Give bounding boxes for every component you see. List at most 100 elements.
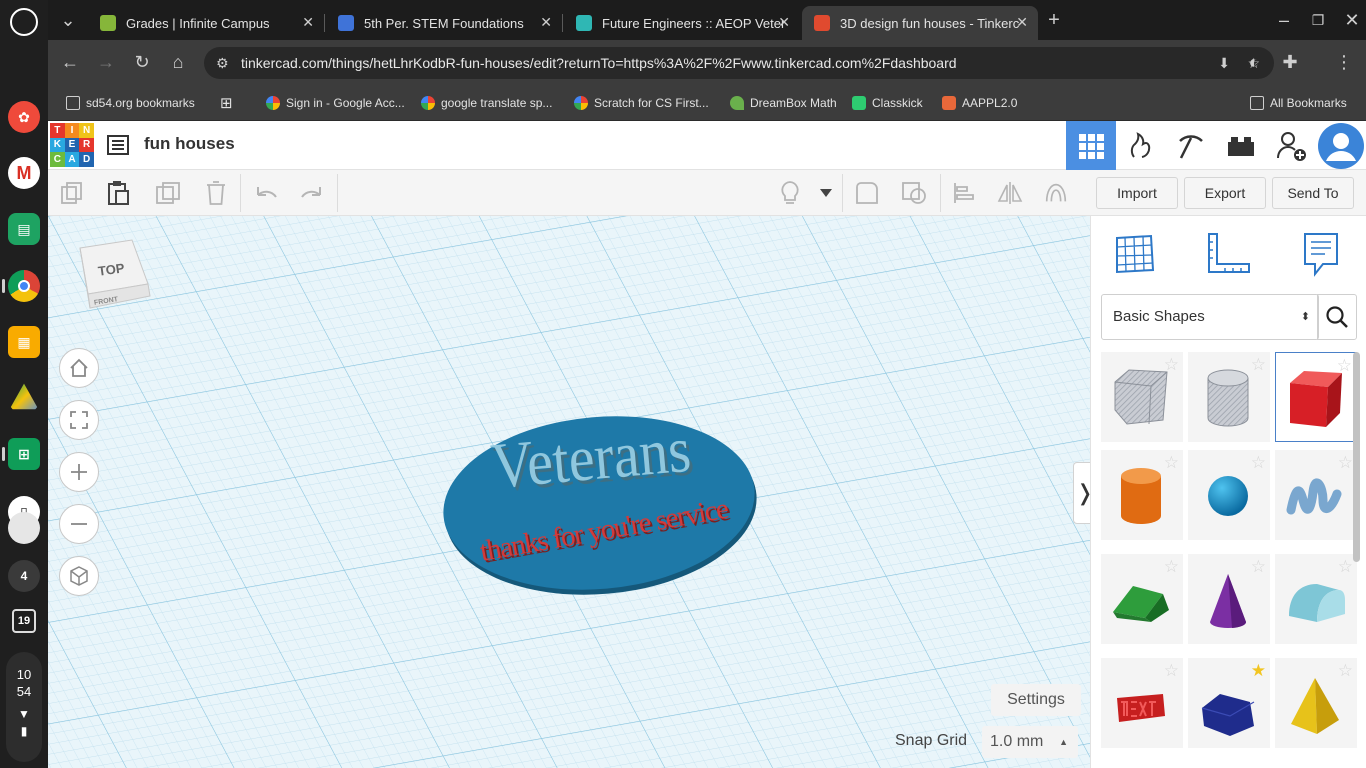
bookmark-google-signin[interactable]: Sign in - Google Acc... [266,93,405,113]
redo-icon[interactable] [299,180,325,206]
solid-shape-icon[interactable] [853,180,879,206]
bookmark-dreambox[interactable]: DreamBox Math [730,93,837,113]
shape-cylinder[interactable]: ☆ [1101,450,1183,540]
favorite-star-icon[interactable]: ☆ [1338,557,1353,577]
bookmark-google-translate[interactable]: google translate sp... [421,93,552,113]
drive-app-icon[interactable] [9,383,39,410]
chevron-down-icon[interactable] [813,180,839,206]
design-title[interactable]: fun houses [144,134,235,154]
favorite-star-icon[interactable]: ☆ [1337,356,1352,376]
shape-box-hole[interactable]: ☆ [1101,352,1183,442]
gmail-app-icon[interactable]: M [8,157,40,189]
invite-user-button[interactable] [1266,121,1316,170]
favorite-star-icon[interactable]: ☆ [1338,453,1353,473]
favorite-star-icon[interactable]: ☆ [1164,661,1179,681]
close-icon[interactable]: ✕ [1016,14,1028,31]
user-avatar[interactable] [1316,121,1366,170]
tab-tinkercad[interactable]: 3D design fun houses - Tinkerc ✕ [802,6,1038,40]
extension-profile-icon[interactable]: ◐ [1242,50,1266,74]
export-button[interactable]: Export [1184,177,1266,209]
send-to-button[interactable]: Send To [1272,177,1354,209]
system-tray-clock[interactable]: 10 54 ▼ ▮ [6,652,42,762]
shape-text[interactable]: ☆ [1101,658,1183,748]
site-info-icon[interactable]: ⚙ [216,47,229,79]
shape-box[interactable]: ☆ [1275,352,1357,442]
google-classroom-icon[interactable]: ▦ [8,326,40,358]
bookmark-scratch[interactable]: Scratch for CS First... [574,93,709,113]
minimize-icon[interactable]: – [1272,8,1296,32]
favorite-star-icon[interactable]: ☆ [1164,355,1179,375]
tab-stem-foundations[interactable]: 5th Per. STEM Foundations ✕ [326,6,562,40]
minecraft-view-button[interactable] [1166,121,1216,170]
back-icon[interactable]: ← [58,50,82,74]
avatar[interactable] [8,512,40,544]
tinkercad-logo[interactable]: TINKERCAD [50,123,94,167]
zoom-out-button[interactable] [59,504,99,544]
shape-cylinder-hole[interactable]: ☆ [1188,352,1270,442]
mirror-icon[interactable] [997,180,1023,206]
undo-icon[interactable] [253,180,279,206]
group-icon[interactable] [1043,180,1069,206]
bookmark-aappl[interactable]: AAPPL2.0 [942,93,1017,113]
forward-icon[interactable]: → [94,50,118,74]
close-window-icon[interactable]: ✕ [1340,8,1364,32]
shape-roof[interactable]: ☆ [1101,554,1183,644]
bookmark-sd54[interactable]: sd54.org bookmarks [66,93,195,113]
tab-future-engineers[interactable]: Future Engineers :: AEOP Veter ✕ [564,6,800,40]
favorite-star-icon[interactable]: ☆ [1251,453,1266,473]
workplane-tool-icon[interactable] [1113,232,1157,276]
paste-icon[interactable] [105,180,131,206]
close-icon[interactable]: ✕ [778,14,790,31]
notification-count-badge[interactable]: 4 [8,560,40,592]
shape-round-roof[interactable]: ☆ [1275,554,1357,644]
classroom-app-icon[interactable]: ▤ [8,213,40,245]
shape-scribble[interactable]: ☆ [1275,450,1357,540]
duplicate-icon[interactable] [155,180,181,206]
shape-sphere[interactable]: ☆ [1188,450,1270,540]
shape-polygon[interactable]: ★ [1188,658,1270,748]
design-list-icon[interactable] [107,134,129,156]
settings-button[interactable]: Settings [991,684,1081,716]
shape-search-button[interactable] [1317,294,1357,340]
install-app-icon[interactable]: ⬇ [1218,47,1230,79]
maximize-icon[interactable]: ❐ [1306,8,1330,32]
copy-icon[interactable] [59,180,85,206]
address-bar[interactable]: ⚙ tinkercad.com/things/hetLhrKodbR-fun-h… [204,47,1274,79]
favorite-star-icon[interactable]: ☆ [1251,557,1266,577]
panel-scrollbar[interactable] [1353,352,1360,562]
workplane-viewport[interactable]: Veterans Veterans thanks for you're serv… [48,216,1090,768]
hole-shape-icon[interactable] [901,180,927,206]
paint-app-icon[interactable]: ✿ [8,101,40,133]
zoom-in-button[interactable] [59,452,99,492]
shape-category-select[interactable]: Basic Shapes ⬍ [1101,294,1319,340]
align-icon[interactable] [951,180,977,206]
snap-grid-select[interactable]: 1.0 mm ▲ [982,726,1078,758]
view-cube[interactable]: TOP FRONT [76,238,152,321]
notes-tool-icon[interactable] [1301,232,1345,277]
workplane-grid[interactable]: Veterans Veterans thanks for you're serv… [48,216,1090,768]
shape-cone[interactable]: ☆ [1188,554,1270,644]
ruler-tool-icon[interactable] [1203,232,1250,276]
reload-icon[interactable]: ↻ [130,50,154,74]
favorite-star-icon[interactable]: ☆ [1164,557,1179,577]
import-button[interactable]: Import [1096,177,1178,209]
close-icon[interactable]: ✕ [540,14,552,31]
favorite-star-icon[interactable]: ☆ [1338,661,1353,681]
shape-pyramid[interactable]: ☆ [1275,658,1357,748]
lightbulb-icon[interactable] [777,180,803,206]
launcher-icon[interactable] [10,8,38,36]
tab-grades[interactable]: Grades | Infinite Campus ✕ [88,6,324,40]
calendar-icon[interactable]: 19 [12,609,36,633]
all-bookmarks[interactable]: All Bookmarks [1250,93,1347,113]
3d-design-view-button[interactable] [1066,121,1116,170]
chrome-menu-icon[interactable]: ⋮ [1332,50,1356,74]
bookmark-classkick[interactable]: Classkick [852,93,923,113]
favorite-star-icon[interactable]: ★ [1251,661,1266,681]
favorite-star-icon[interactable]: ☆ [1251,355,1266,375]
perspective-button[interactable] [59,556,99,596]
sheets-app-icon[interactable]: ⊞ [8,438,40,470]
blocks-view-button[interactable] [1116,121,1166,170]
extensions-icon[interactable]: ✚ [1278,50,1302,74]
new-tab-icon[interactable]: + [1042,8,1066,32]
fit-view-button[interactable] [59,400,99,440]
